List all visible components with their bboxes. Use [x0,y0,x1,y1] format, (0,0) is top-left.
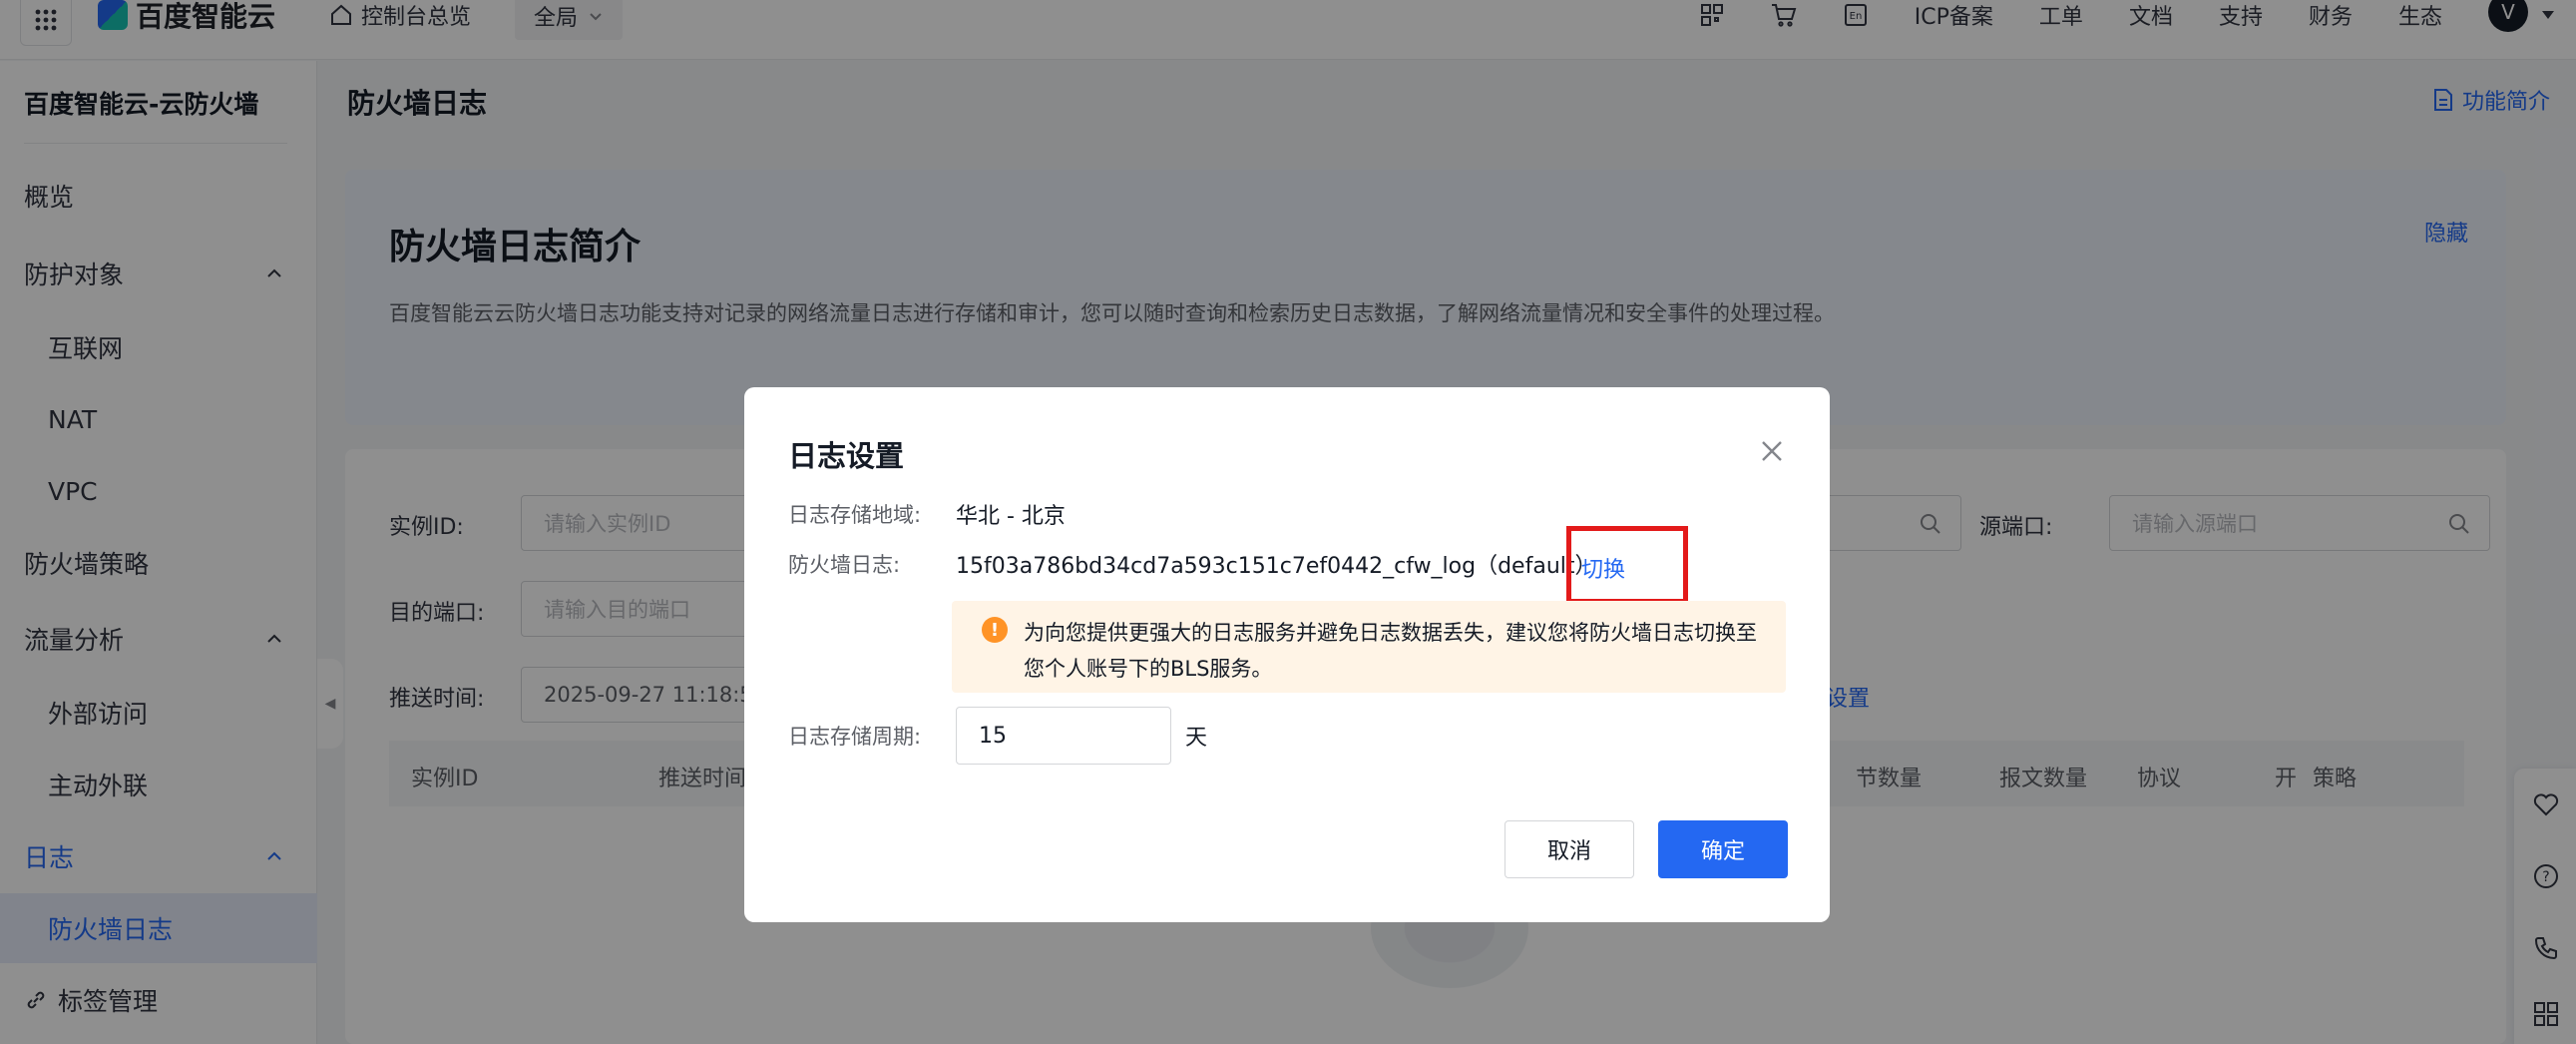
warning-text: 为向您提供更强大的日志服务并避免日志数据丢失，建议您将防火墙日志切换至您个人账号… [1024,621,1757,681]
close-icon[interactable] [1758,437,1786,465]
storage-period-label: 日志存储周期: [788,725,922,749]
cancel-button[interactable]: 取消 [1504,820,1634,878]
confirm-button[interactable]: 确定 [1658,820,1788,878]
log-settings-dialog: 日志设置 日志存储地域: 华北 - 北京 防火墙日志: 15f03a786bd3… [744,387,1830,922]
firewall-log-label: 防火墙日志: [788,553,901,577]
storage-region-label: 日志存储地域: [788,503,922,527]
dialog-title: 日志设置 [788,439,905,473]
storage-period-value: 15 [979,723,1007,749]
storage-region-value: 华北 - 北京 [956,504,1066,529]
warning-icon: ! [982,617,1008,643]
warning-alert: ! 为向您提供更强大的日志服务并避免日志数据丢失，建议您将防火墙日志切换至您个人… [952,601,1786,693]
storage-period-unit: 天 [1185,726,1208,751]
highlight-box [1566,526,1688,604]
firewall-log-value: 15f03a786bd34cd7a593c151c7ef0442_cfw_log… [956,554,1597,579]
storage-period-input[interactable]: 15 [956,707,1171,765]
